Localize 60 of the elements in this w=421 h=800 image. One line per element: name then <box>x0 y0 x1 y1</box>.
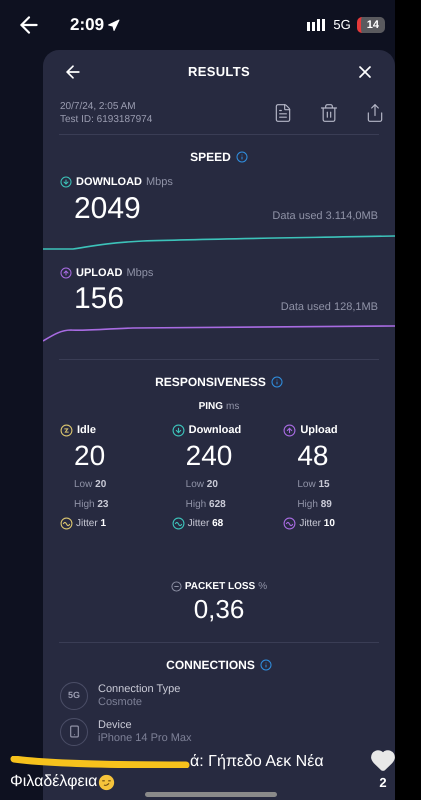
network-label: 5G <box>333 16 351 34</box>
packet-loss-value: 0,36 <box>194 594 244 624</box>
network-badge: 5G <box>60 682 88 710</box>
unit-label: % <box>258 580 268 594</box>
speed-value: 2049 <box>74 190 142 226</box>
wave-icon <box>172 516 185 530</box>
low-value: Low 20 <box>184 478 219 492</box>
screen-title: RESULTS <box>187 63 251 82</box>
info-icon[interactable] <box>236 151 248 163</box>
battery-indicator: 14 <box>356 16 385 34</box>
unit-label: Mbps <box>146 175 173 190</box>
info-icon[interactable] <box>270 376 283 388</box>
connection-value: Cosmote <box>98 696 144 708</box>
heart-icon[interactable] <box>370 747 396 773</box>
signal-icon <box>307 19 328 31</box>
ping-value: 20 <box>73 438 106 472</box>
connection-value: iPhone 14 Pro Max <box>98 732 192 744</box>
speed-label: UPLOAD <box>76 266 122 280</box>
smirk-emoji-icon <box>98 774 116 790</box>
unit-label: Mbps <box>126 266 154 280</box>
document-icon[interactable] <box>273 103 293 123</box>
wave-icon <box>60 516 73 530</box>
low-value: Low 20 <box>73 478 108 492</box>
ping-label: Download <box>188 423 242 438</box>
connection-title: Connection Type <box>98 682 180 696</box>
caption-text: ά: Γήπεδο Αεκ Νέα <box>190 752 324 772</box>
jitter-value: Jitter 10 <box>299 516 335 530</box>
speed-value: 156 <box>74 281 126 317</box>
test-date: 20/7/24, 2:05 AM <box>60 100 137 113</box>
jitter-value: Jitter 68 <box>188 516 224 530</box>
low-value: Low 15 <box>296 478 331 492</box>
wave-icon <box>283 516 296 530</box>
phone-icon <box>60 718 88 746</box>
status-time: 2:09 <box>70 14 104 36</box>
packet-loss-label: PACKET LOSS <box>184 580 256 594</box>
high-value: High 628 <box>184 498 227 512</box>
section-title: SPEED <box>190 149 231 166</box>
ping-label: Upload <box>300 423 338 438</box>
data-used: Data used 128,1MB <box>280 300 378 314</box>
jitter-value: Jitter 1 <box>76 516 106 530</box>
connection-title: Device <box>98 718 133 732</box>
ping-label: Idle <box>77 423 96 438</box>
section-title: CONNECTIONS <box>166 656 255 674</box>
ping-label: PING <box>198 400 224 414</box>
delete-icon[interactable] <box>319 103 339 123</box>
location-icon <box>107 18 120 32</box>
speed-label: DOWNLOAD <box>76 175 142 190</box>
high-value: High 89 <box>296 498 333 512</box>
packet-loss-icon <box>170 580 182 592</box>
caption-text: Φιλαδέλφεια <box>10 772 98 792</box>
section-title: RESPONSIVENESS <box>155 374 266 391</box>
share-icon[interactable] <box>365 103 385 123</box>
info-icon[interactable] <box>260 658 272 670</box>
test-id: Test ID: 6193187974 <box>60 113 154 126</box>
ping-value: 240 <box>184 438 234 472</box>
like-count: 2 <box>379 774 387 792</box>
high-value: High 23 <box>73 498 110 512</box>
unit-label: ms <box>226 400 240 414</box>
ping-value: 48 <box>296 438 330 472</box>
data-used: Data used 3.114,0MB <box>272 209 378 224</box>
